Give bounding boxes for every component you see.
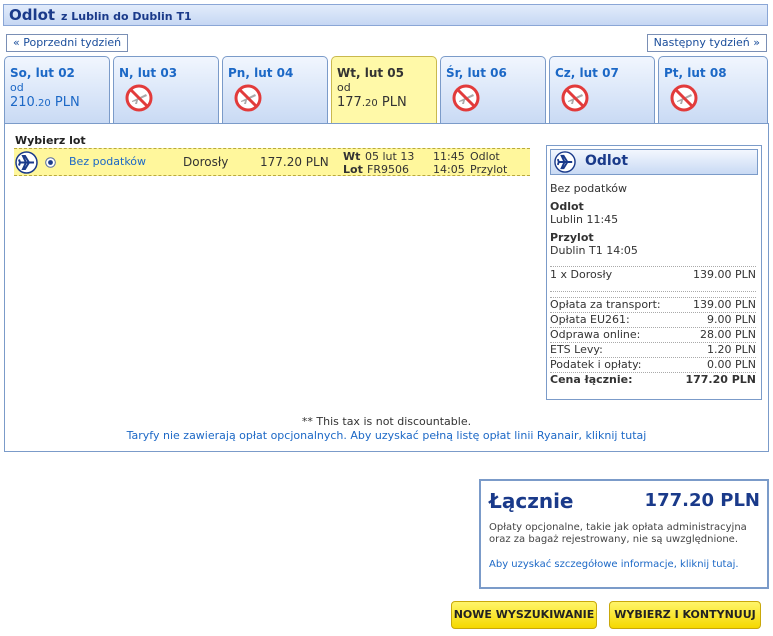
route-subtitle: z Lublin do Dublin T1 — [61, 10, 192, 23]
summary-total-value: 177.20 PLN — [685, 373, 756, 386]
flight-date: 05 lut 13 — [365, 150, 415, 163]
flight-price: 177.20 PLN — [260, 155, 329, 169]
flight-row[interactable]: Bez podatków Dorosły 177.20 PLN Wt 05 lu… — [14, 148, 530, 176]
fare-radio[interactable] — [45, 157, 56, 168]
fee-value: 28.00 PLN — [700, 328, 756, 341]
no-flight-icon — [125, 84, 153, 112]
next-week-button[interactable]: Następny tydzień » — [646, 34, 767, 52]
day-tab-0[interactable]: So, lut 02 od 210.20 PLN — [4, 56, 110, 123]
select-and-continue-button[interactable]: WYBIERZ I KONTYNUUJ — [609, 601, 761, 629]
day-tab-4[interactable]: Śr, lut 06 — [440, 56, 546, 123]
fee-label: Opłata EU261: — [550, 313, 630, 326]
summary-passenger-row: 1 x Dorosły 139.00 PLN — [550, 268, 756, 281]
fee-label: Odprawa online: — [550, 328, 641, 341]
day-label: Wt — [343, 150, 361, 163]
fee-row: Podatek i opłaty: 0.00 PLN — [550, 357, 756, 371]
optional-fees-info: Opłaty opcjonalne, takie jak opłata admi… — [489, 522, 747, 545]
total-box: Łącznie 177.20 PLN Opłaty opcjonalne, ta… — [479, 479, 769, 589]
day-tab-6[interactable]: Pt, lut 08 — [658, 56, 768, 123]
no-flight-icon — [234, 84, 262, 112]
fee-row: Odprawa online: 28.00 PLN — [550, 327, 756, 341]
tax-note: ** This tax is not discountable. — [301, 415, 472, 428]
price-from-label: od — [337, 81, 351, 94]
fee-value: 9.00 PLN — [707, 313, 756, 326]
departure-time: 11:45 — [433, 150, 465, 163]
summary-arrival-heading: Przylot — [550, 231, 594, 244]
day-price: 177.20 PLN — [337, 95, 407, 110]
details-link[interactable]: Aby uzyskać szczegółowe informacje, klik… — [489, 559, 739, 571]
fee-row: Opłata za transport: 139.00 PLN — [550, 297, 756, 311]
fee-row: ETS Levy: 1.20 PLN — [550, 342, 756, 356]
plane-icon — [554, 151, 576, 173]
fare-type-link[interactable]: Bez podatków — [69, 155, 146, 168]
choose-flight-heading: Wybierz lot — [15, 134, 86, 147]
day-tab-label: So, lut 02 — [10, 66, 75, 80]
summary-header: Odlot — [550, 149, 758, 175]
day-tab-5[interactable]: Cz, lut 07 — [549, 56, 655, 123]
price-from-label: od — [10, 81, 24, 94]
fee-label: Podatek i opłaty: — [550, 358, 642, 371]
total-label: Łącznie — [489, 489, 574, 513]
passenger-type: Dorosły — [183, 155, 229, 169]
total-value: 177.20 PLN — [644, 490, 760, 511]
previous-week-button[interactable]: « Poprzedni tydzień — [6, 34, 129, 52]
summary-departure-detail: Lublin 11:45 — [550, 213, 619, 226]
fee-label: Opłata za transport: — [550, 298, 661, 311]
passenger-count-label: 1 x Dorosły — [550, 268, 613, 281]
no-flight-icon — [561, 84, 589, 112]
summary-title: Odlot — [585, 153, 629, 169]
summary-total-label: Cena łącznie: — [550, 373, 633, 386]
departure-label: Odlot — [470, 150, 500, 163]
day-tab-2[interactable]: Pn, lut 04 — [222, 56, 328, 123]
day-tab-label: Pt, lut 08 — [664, 66, 727, 80]
fee-label: ETS Levy: — [550, 343, 603, 356]
day-tab-label: Śr, lut 06 — [446, 66, 507, 80]
day-tab-label: Pn, lut 04 — [228, 66, 294, 80]
day-price: 210.20 PLN — [10, 95, 80, 110]
divider — [550, 291, 756, 293]
day-tab-label: Cz, lut 07 — [555, 66, 619, 80]
fee-row: Opłata EU261: 9.00 PLN — [550, 312, 756, 326]
flight-label: Lot — [343, 163, 363, 176]
day-tab-3[interactable]: Wt, lut 05 od 177.20 PLN — [331, 56, 437, 123]
flight-number: FR9506 — [367, 163, 409, 176]
day-tab-1[interactable]: N, lut 03 — [113, 56, 219, 123]
no-flight-icon — [670, 84, 698, 112]
no-flight-icon — [452, 84, 480, 112]
flight-summary: Odlot Bez podatków Odlot Lublin 11:45 Pr… — [546, 145, 762, 400]
passenger-amount: 139.00 PLN — [693, 268, 756, 281]
fee-value: 1.20 PLN — [707, 343, 756, 356]
day-tab-label: N, lut 03 — [119, 66, 178, 80]
page-title: Odlot — [9, 6, 56, 24]
summary-fare: Bez podatków — [550, 182, 628, 195]
new-search-button[interactable]: NOWE WYSZUKIWANIE — [451, 601, 597, 629]
fees-info-link[interactable]: Taryfy nie zawierają opłat opcjonalnych.… — [4, 429, 769, 442]
summary-arrival-detail: Dublin T1 14:05 — [550, 244, 638, 257]
page-title-bar: Odlot z Lublin do Dublin T1 — [3, 4, 768, 26]
day-tab-label: Wt, lut 05 — [337, 66, 404, 80]
arrival-label: Przylot — [470, 163, 508, 176]
summary-departure-heading: Odlot — [550, 200, 584, 213]
plane-icon — [15, 151, 38, 174]
fee-value: 139.00 PLN — [693, 298, 756, 311]
fee-value: 0.00 PLN — [707, 358, 756, 371]
summary-total-row: Cena łącznie: 177.20 PLN — [550, 372, 756, 386]
arrival-time: 14:05 — [433, 163, 465, 176]
